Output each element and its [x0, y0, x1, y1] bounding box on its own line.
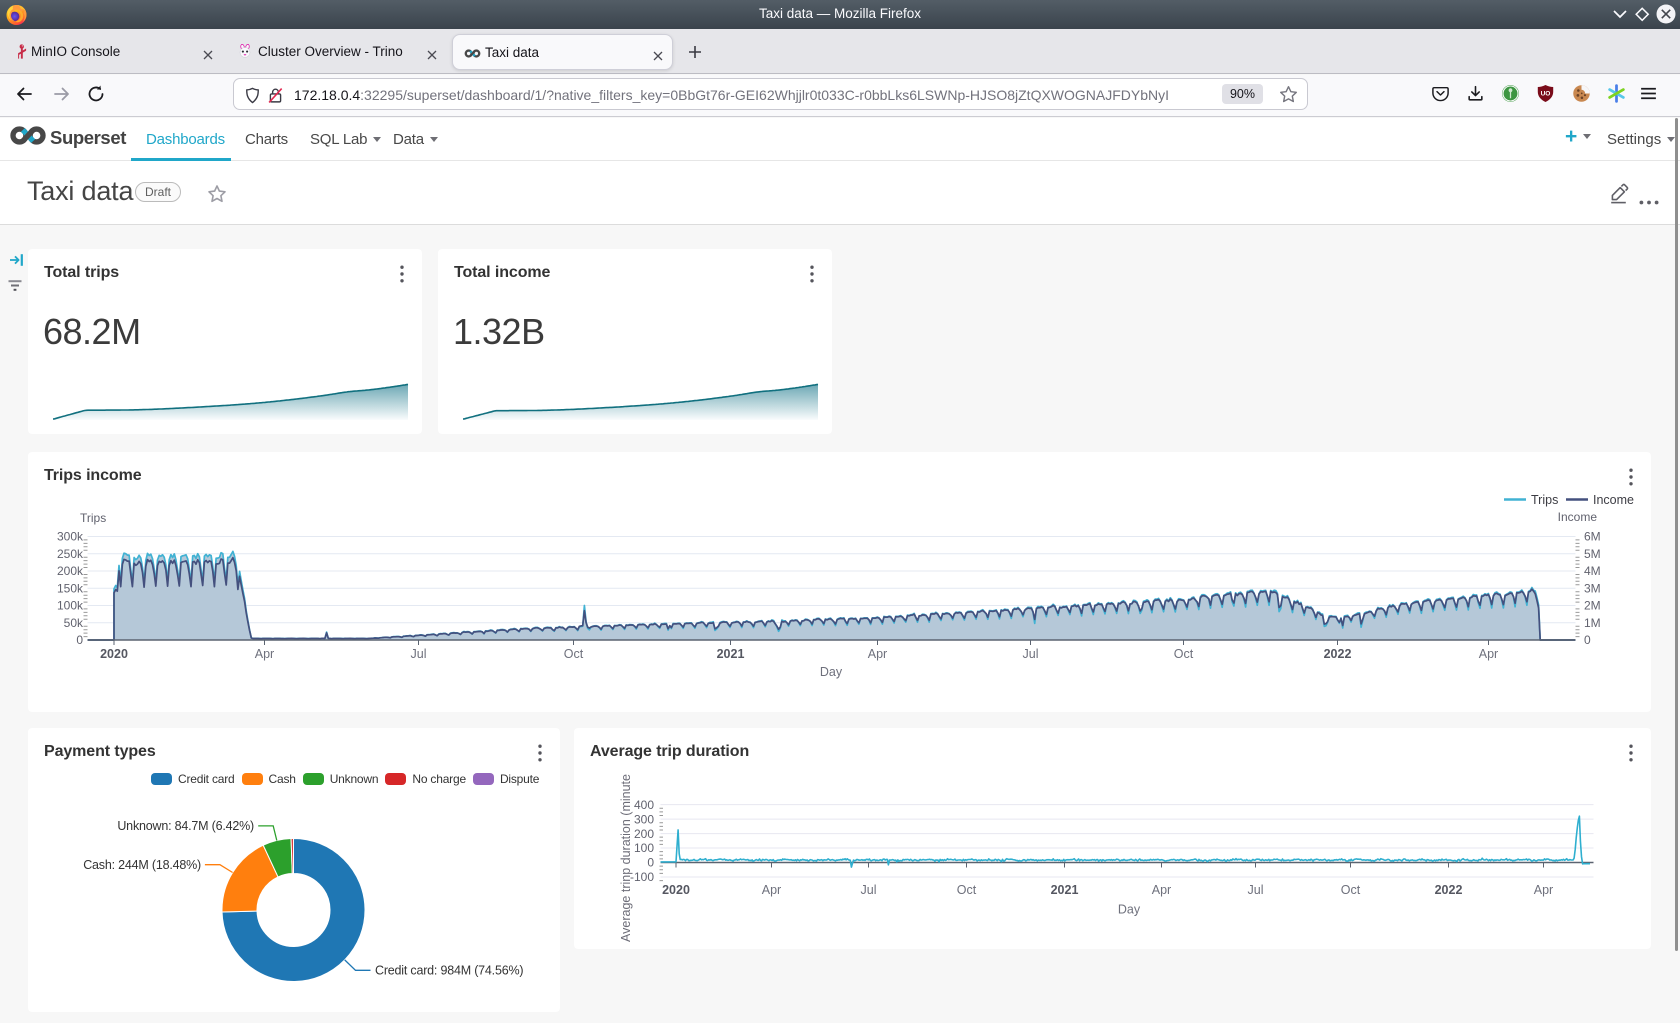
svg-text:Income: Income: [1558, 510, 1598, 524]
svg-text:Oct: Oct: [1174, 647, 1194, 661]
svg-text:Apr: Apr: [1479, 647, 1498, 661]
svg-text:-100: -100: [630, 870, 654, 884]
svg-text:Oct: Oct: [564, 647, 584, 661]
svg-text:Average trinp duration (minute: Average trinp duration (minute: [619, 774, 633, 942]
svg-text:300k: 300k: [57, 530, 84, 544]
svg-text:Credit card: 984M (74.56%): Credit card: 984M (74.56%): [375, 964, 523, 978]
svg-text:2020: 2020: [100, 647, 128, 661]
svg-text:6M: 6M: [1584, 530, 1601, 544]
svg-text:Jul: Jul: [861, 883, 877, 897]
svg-text:0: 0: [647, 856, 654, 870]
svg-text:4M: 4M: [1584, 564, 1601, 578]
svg-text:UO: UO: [1541, 90, 1551, 97]
svg-text:5M: 5M: [1584, 547, 1601, 561]
svg-text:2020: 2020: [662, 883, 690, 897]
svg-text:2021: 2021: [1051, 883, 1079, 897]
svg-text:150k: 150k: [57, 581, 84, 595]
svg-text:200k: 200k: [57, 564, 84, 578]
svg-text:Jul: Jul: [1023, 647, 1039, 661]
svg-text:Apr: Apr: [255, 647, 274, 661]
svg-text:Income: Income: [1593, 493, 1634, 507]
svg-text:200: 200: [634, 827, 654, 841]
svg-text:Day: Day: [1118, 903, 1141, 917]
svg-text:Apr: Apr: [1152, 883, 1171, 897]
svg-text:Day: Day: [820, 665, 843, 679]
svg-text:Trips: Trips: [80, 511, 106, 525]
svg-text:0: 0: [1584, 633, 1591, 647]
svg-text:1M: 1M: [1584, 616, 1601, 630]
svg-text:Oct: Oct: [1341, 883, 1361, 897]
svg-text:Trips: Trips: [1531, 493, 1558, 507]
svg-text:100: 100: [634, 841, 654, 855]
svg-text:100k: 100k: [57, 599, 84, 613]
svg-text:Apr: Apr: [1534, 883, 1553, 897]
svg-text:3M: 3M: [1584, 581, 1601, 595]
svg-text:2022: 2022: [1324, 647, 1352, 661]
svg-text:Jul: Jul: [411, 647, 427, 661]
svg-text:Apr: Apr: [762, 883, 781, 897]
svg-text:2M: 2M: [1584, 599, 1601, 613]
svg-text:2021: 2021: [717, 647, 745, 661]
svg-text:300: 300: [634, 812, 654, 826]
svg-text:Jul: Jul: [1248, 883, 1264, 897]
svg-text:400: 400: [634, 798, 654, 812]
svg-text:Cash: 244M (18.48%): Cash: 244M (18.48%): [83, 858, 201, 872]
svg-text:Apr: Apr: [868, 647, 887, 661]
svg-text:0: 0: [76, 633, 83, 647]
svg-text:Oct: Oct: [957, 883, 977, 897]
svg-text:50k: 50k: [64, 616, 84, 630]
svg-text:Unknown: 84.7M (6.42%): Unknown: 84.7M (6.42%): [117, 819, 254, 833]
svg-text:250k: 250k: [57, 547, 84, 561]
svg-text:2022: 2022: [1435, 883, 1463, 897]
